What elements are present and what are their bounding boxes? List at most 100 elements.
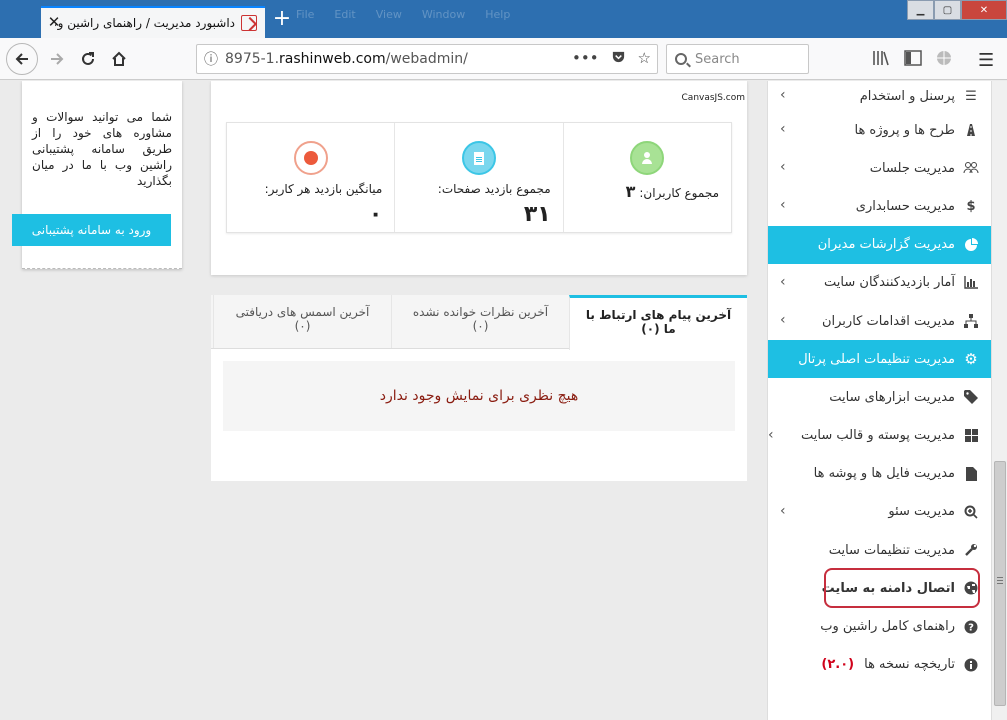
forward-arrow-icon[interactable] xyxy=(42,44,72,74)
browser-tab[interactable]: داشبورد مدیریت / راهنمای راشین وب ✕ xyxy=(41,6,265,38)
sidebar-item-guide[interactable]: ? راهنمای کامل راشین وب xyxy=(768,607,991,645)
sidebar-item-label: مدیریت فایل ها و پوشه ها xyxy=(813,466,955,482)
hamburger-menu-icon[interactable]: ☰ xyxy=(978,50,994,71)
tab-title: داشبورد مدیریت / راهنمای راشین وب xyxy=(55,16,235,30)
site-info-icon[interactable]: ⓘ xyxy=(197,49,225,69)
sidebar-item-label: مدیریت حسابداری xyxy=(855,198,955,214)
sidebar-item-portal-settings[interactable]: ⚙ مدیریت تنظیمات اصلی پرتال xyxy=(768,340,991,379)
bar-chart-icon xyxy=(963,275,979,291)
site-favicon-icon xyxy=(241,15,257,31)
sidebar-item-visitor-stats[interactable]: آمار بازدیدکنندگان سایت › xyxy=(768,264,991,302)
sidebar-item-theme[interactable]: مدیریت پوسته و قالب سایت › xyxy=(768,417,991,455)
stat-total-users: مجموع کاربران:۳ xyxy=(562,123,731,232)
sidebar-item-user-actions[interactable]: مدیریت اقدامات کاربران › xyxy=(768,302,991,340)
toolbar-icons xyxy=(872,50,952,66)
zoom-icon xyxy=(963,504,979,520)
sidebar-item-label: مدیریت پوسته و قالب سایت xyxy=(800,428,955,444)
library-icon[interactable] xyxy=(872,50,890,66)
search-placeholder: Search xyxy=(695,51,740,67)
chevron-left-icon: › xyxy=(780,87,786,103)
support-text: شما می توانید سوالات و مشاوره های خود را… xyxy=(32,110,172,188)
home-icon[interactable] xyxy=(104,44,134,74)
sidebar-item-site-tools[interactable]: مدیریت ابزارهای سایت xyxy=(768,378,991,416)
ghost-menu-item: Window xyxy=(421,8,466,21)
empty-message: هیچ نظری برای نمایش وجود ندارد xyxy=(223,361,735,431)
dollar-icon: $ xyxy=(966,198,976,214)
ghost-menu-item: Edit xyxy=(334,8,356,21)
svg-text:?: ? xyxy=(968,622,974,633)
maximize-icon[interactable]: ▢ xyxy=(934,0,961,20)
sidebar-item-accounting[interactable]: $ مدیریت حسابداری › xyxy=(768,187,991,225)
browser-titlebar: داشبورد مدیریت / راهنمای راشین وب ✕ + Fi… xyxy=(0,0,1007,38)
sidebar-item-projects[interactable]: طرح ها و پروژه ها › xyxy=(768,111,991,149)
reload-icon[interactable] xyxy=(73,44,103,74)
stat-total-pageviews: مجموع بازدید صفحات: ۳۱ xyxy=(394,123,562,232)
chevron-left-icon: › xyxy=(780,312,786,329)
minimize-icon[interactable]: ▁ xyxy=(907,0,934,20)
chevron-left-icon: › xyxy=(780,502,786,519)
sidebar-item-label: مدیریت جلسات xyxy=(869,160,955,176)
sidebar-item-label: مدیریت ابزارهای سایت xyxy=(829,389,955,405)
stats-card: مجموع کاربران:۳ مجموع بازدید صفحات: ۳۱ م… xyxy=(226,122,732,233)
user-icon xyxy=(630,141,665,175)
search-icon xyxy=(675,53,687,65)
sidebar-toggle-icon[interactable] xyxy=(904,50,922,66)
sidebar-item-meetings[interactable]: مدیریت جلسات › xyxy=(768,149,991,187)
stats-panel: CanvasJS.com مجموع کاربران:۳ مجموع بازدی… xyxy=(211,81,747,275)
tab-unread-comments[interactable]: آخرین نظرات خوانده نشده (۰) xyxy=(391,295,569,348)
tabs-header: آخرین پیام های ارتباط با ما (۰) آخرین نظ… xyxy=(211,295,747,350)
window-controls: ▁ ▢ ✕ xyxy=(907,0,1007,20)
back-arrow-icon[interactable] xyxy=(6,43,38,75)
list-icon: ☰ xyxy=(965,88,977,104)
url-bar[interactable]: ⓘ 8975-1.rashinweb.com/webadmin/ ••• ☆ xyxy=(196,44,658,74)
messages-tabs-panel: آخرین پیام های ارتباط با ما (۰) آخرین نظ… xyxy=(211,295,747,481)
sitemap-icon xyxy=(963,313,979,329)
sidebar-item-label: مدیریت گزارشات مدیران xyxy=(817,237,955,253)
windows-icon xyxy=(963,428,979,444)
chevron-left-icon: › xyxy=(768,426,774,443)
sidebar-item-version-history[interactable]: تاریخچه نسخه ها (۲.۰) xyxy=(768,646,991,684)
search-input[interactable]: Search xyxy=(666,44,809,74)
bookmark-star-icon[interactable]: ☆ xyxy=(638,49,651,67)
scrollbar-thumb[interactable] xyxy=(994,461,1006,706)
sidebar-item-personnel[interactable]: ☰ پرسنل و استخدام › xyxy=(768,81,991,111)
record-icon xyxy=(293,141,328,175)
new-tab-icon[interactable]: + xyxy=(272,8,292,30)
road-icon xyxy=(963,122,979,138)
canvasjs-credit-link[interactable]: CanvasJS.com xyxy=(682,93,745,103)
sidebar-item-label: مدیریت اقدامات کاربران xyxy=(821,313,955,329)
ghost-menubar: File Edit View Window Help xyxy=(296,8,510,21)
tab-close-icon[interactable]: ✕ xyxy=(47,15,61,30)
support-login-button[interactable]: ورود به سامانه پشتیبانی xyxy=(12,214,171,246)
tab-received-sms[interactable]: آخرین اسمس های دریافتی (۰) xyxy=(213,295,391,348)
sidebar-item-label: تاریخچه نسخه ها xyxy=(864,657,955,673)
pie-chart-icon xyxy=(963,237,979,253)
group-icon xyxy=(963,160,979,176)
pocket-icon[interactable] xyxy=(611,49,626,67)
sidebar-item-files[interactable]: مدیریت فایل ها و پوشه ها xyxy=(768,455,991,493)
url-actions: ••• ☆ xyxy=(572,49,651,67)
tab-contact-messages[interactable]: آخرین پیام های ارتباط با ما (۰) xyxy=(569,295,747,350)
sidebar-item-manager-reports[interactable]: مدیریت گزارشات مدیران xyxy=(768,225,991,264)
sidebar-item-label: راهنمای کامل راشین وب xyxy=(820,619,955,635)
tag-icon xyxy=(963,389,979,405)
sidebar-item-label: مدیریت تنظیمات سایت xyxy=(828,542,955,558)
sidebar-item-site-settings[interactable]: مدیریت تنظیمات سایت xyxy=(768,531,991,569)
gear-icon: ⚙ xyxy=(964,350,978,369)
sidebar-item-seo[interactable]: مدیریت سئو › xyxy=(768,493,991,531)
url-text[interactable]: 8975-1.rashinweb.com/webadmin/ xyxy=(225,51,468,67)
sidebar-item-label: مدیریت تنظیمات اصلی پرتال xyxy=(798,351,955,367)
ghost-menu-item: Help xyxy=(485,8,511,21)
page-scrollbar[interactable] xyxy=(991,81,1007,720)
admin-sidebar: ☰ پرسنل و استخدام › طرح ها و پروژه ها › … xyxy=(767,81,991,720)
ghost-menu-item: View xyxy=(375,8,402,21)
window-close-icon[interactable]: ✕ xyxy=(961,0,1007,20)
stat-avg-per-user: میانگین بازدید هر کاربر: ۰ xyxy=(227,123,394,232)
chevron-left-icon: › xyxy=(780,273,786,290)
sidebar-item-label: مدیریت سئو xyxy=(888,504,955,520)
stat-value: ۳ xyxy=(625,182,636,201)
page-actions-icon[interactable]: ••• xyxy=(572,49,599,67)
chevron-left-icon: › xyxy=(780,197,786,214)
stat-value: ۳۱ xyxy=(523,202,551,227)
globe-extension-icon[interactable] xyxy=(936,50,952,66)
